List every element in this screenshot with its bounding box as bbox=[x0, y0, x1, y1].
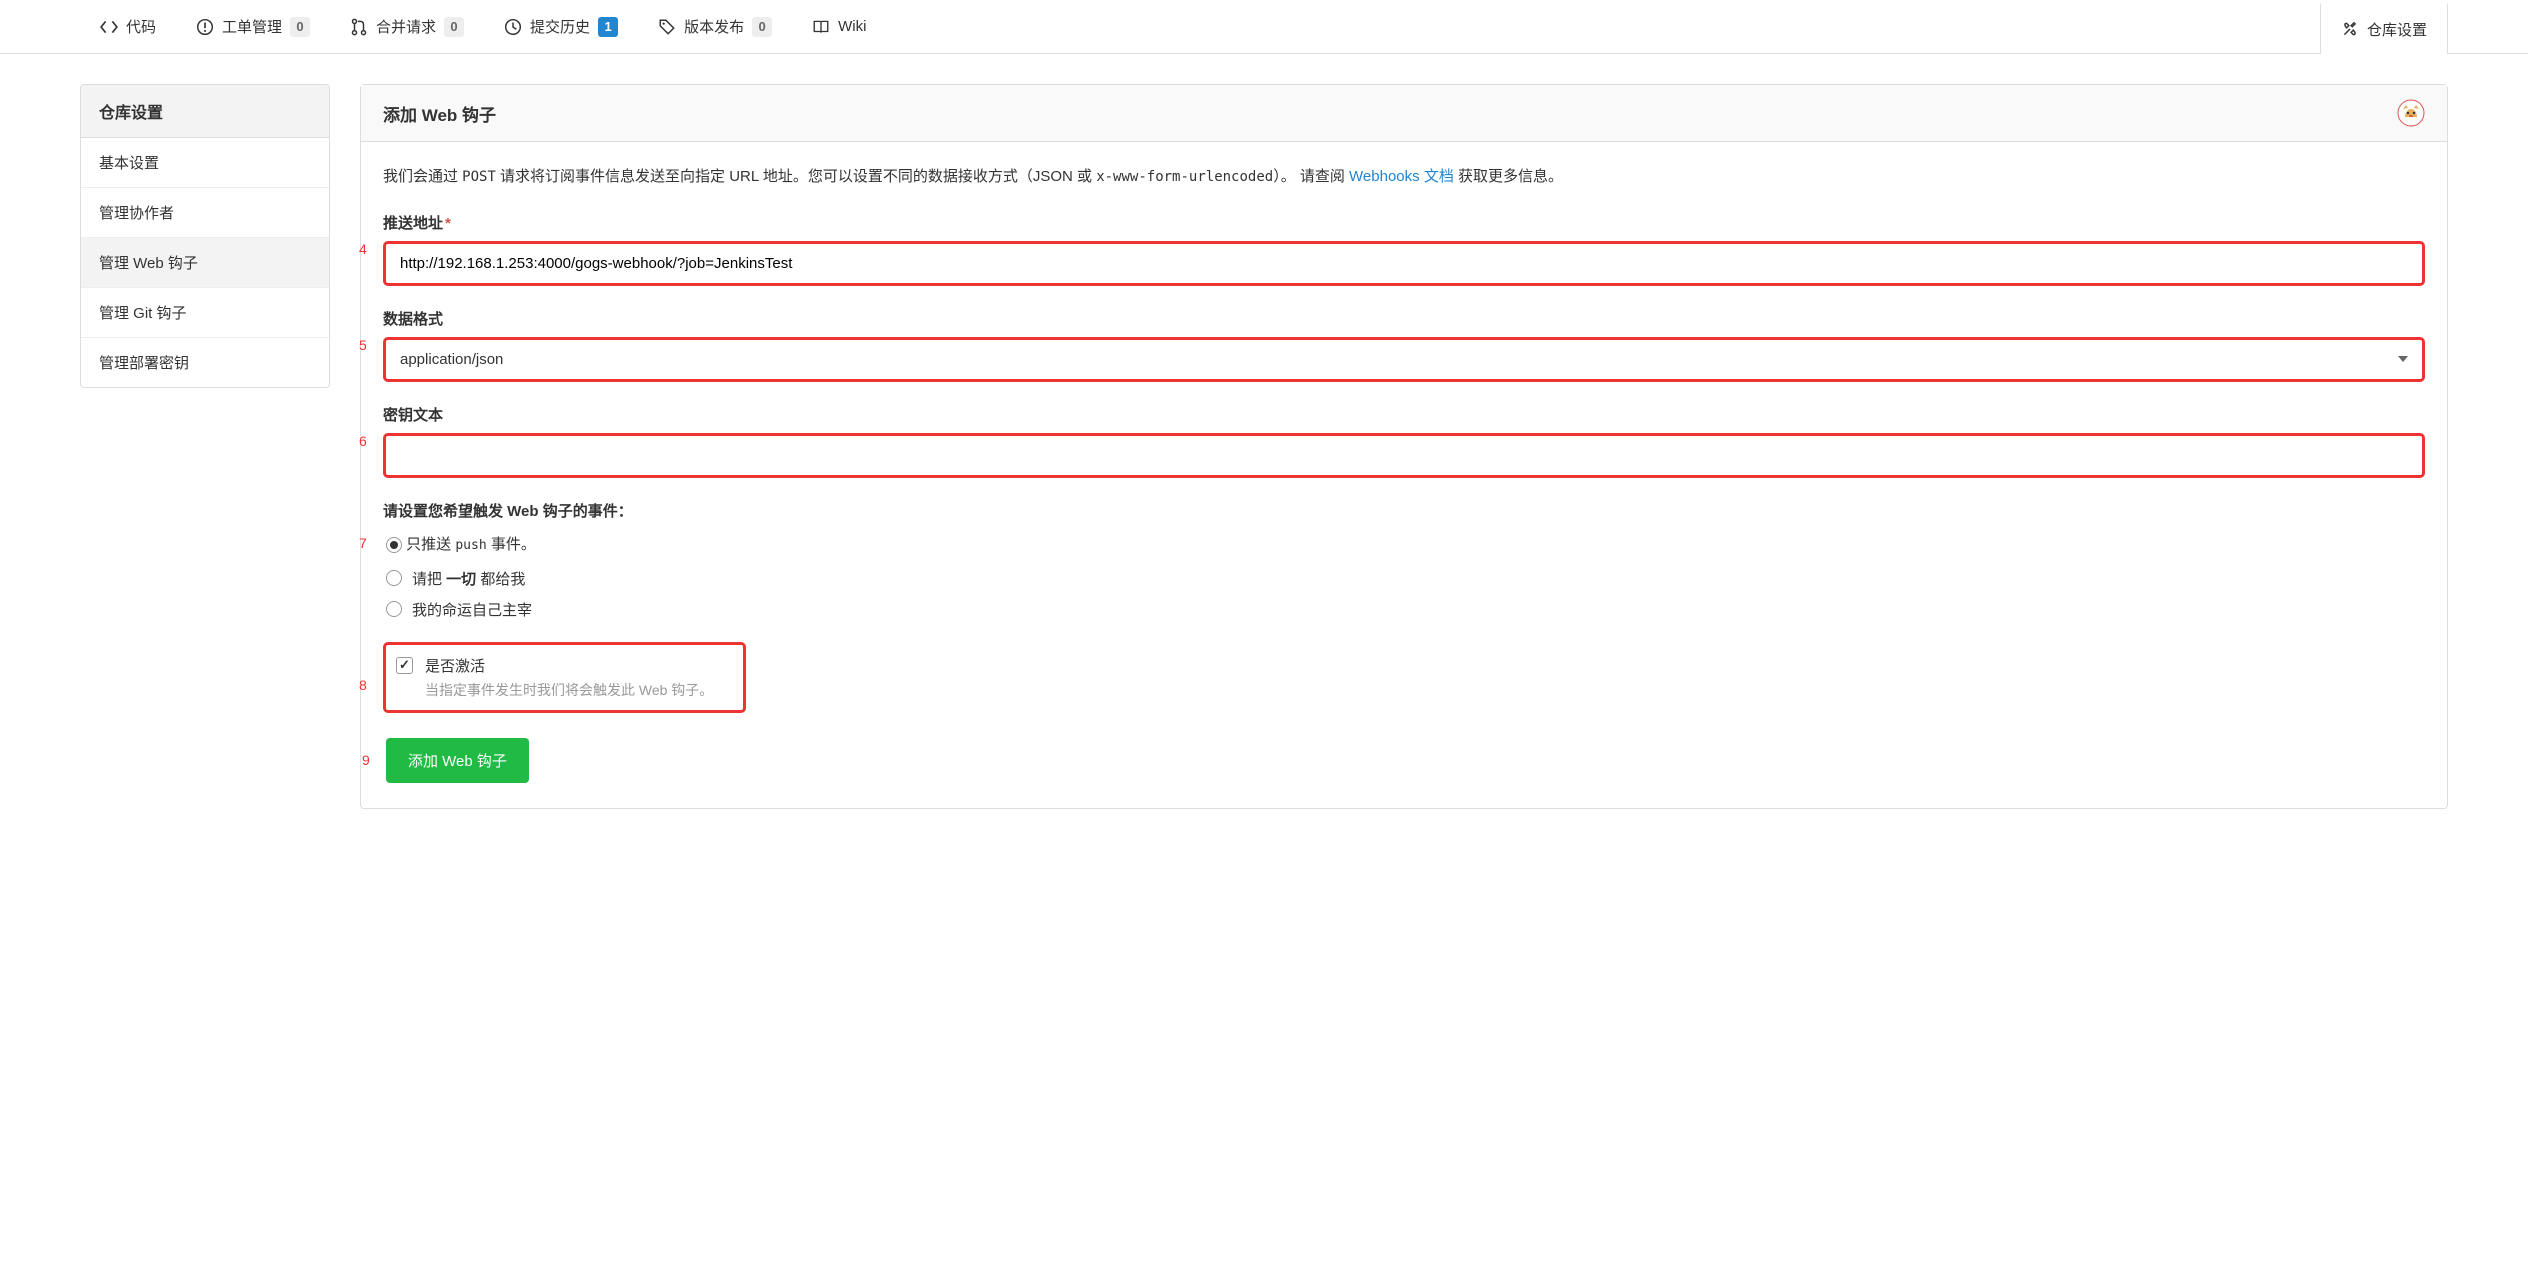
nav-settings[interactable]: 仓库设置 bbox=[2320, 1, 2448, 54]
tools-icon bbox=[2341, 20, 2359, 38]
nav-releases[interactable]: 版本发布 0 bbox=[638, 0, 792, 53]
radio-icon bbox=[386, 570, 402, 586]
events-label: 请设置您希望触发 Web 钩子的事件： bbox=[383, 500, 2425, 521]
payload-url-input[interactable] bbox=[383, 241, 2425, 286]
sidebar-item-collab[interactable]: 管理协作者 bbox=[81, 188, 329, 238]
intro-text: 我们会通过 POST 请求将订阅事件信息发送至向指定 URL 地址。您可以设置不… bbox=[383, 164, 2425, 190]
active-label: 是否激活 bbox=[425, 655, 713, 676]
history-icon bbox=[504, 18, 522, 36]
nav-label: Wiki bbox=[838, 18, 866, 35]
radio-icon bbox=[386, 601, 402, 617]
annotation-5: 5 bbox=[359, 337, 367, 353]
nav-badge: 0 bbox=[290, 17, 310, 37]
sidebar-header: 仓库设置 bbox=[81, 85, 329, 138]
content-type-value: application/json bbox=[400, 351, 503, 368]
nav-label: 版本发布 bbox=[684, 16, 744, 37]
event-radio-custom[interactable]: 我的命运自己主宰 bbox=[383, 599, 2425, 620]
issue-icon bbox=[196, 18, 214, 36]
content-type-select[interactable]: application/json bbox=[383, 337, 2425, 382]
book-icon bbox=[812, 18, 830, 36]
sidebar-item-basic[interactable]: 基本设置 bbox=[81, 138, 329, 188]
nav-history[interactable]: 提交历史 1 bbox=[484, 0, 638, 53]
annotation-6: 6 bbox=[359, 433, 367, 449]
nav-badge: 0 bbox=[752, 17, 772, 37]
gogs-logo-icon bbox=[2397, 99, 2425, 127]
nav-label: 合并请求 bbox=[376, 16, 436, 37]
secret-input[interactable] bbox=[383, 433, 2425, 478]
annotation-8: 8 bbox=[359, 677, 367, 693]
annotation-9: 9 bbox=[362, 752, 370, 768]
event-radio-push[interactable]: 只推送 push 事件。 bbox=[386, 533, 536, 554]
annotation-7: 7 bbox=[359, 535, 367, 551]
top-nav: 代码 工单管理 0 合并请求 0 提交历史 1 版本发布 0 Wiki 仓库设置 bbox=[0, 0, 2528, 54]
content-type-label: 数据格式 bbox=[383, 308, 2425, 329]
submit-button[interactable]: 添加 Web 钩子 bbox=[386, 738, 529, 783]
nav-code[interactable]: 代码 bbox=[80, 0, 176, 53]
nav-label: 仓库设置 bbox=[2367, 19, 2427, 40]
main-header: 添加 Web 钩子 bbox=[361, 85, 2447, 142]
active-checkbox-row[interactable]: 是否激活 当指定事件发生时我们将会触发此 Web 钩子。 bbox=[396, 655, 713, 700]
secret-label: 密钥文本 bbox=[383, 404, 2425, 425]
nav-pr[interactable]: 合并请求 0 bbox=[330, 0, 484, 53]
checkbox-icon bbox=[396, 657, 413, 674]
sidebar-item-deploykeys[interactable]: 管理部署密钥 bbox=[81, 338, 329, 387]
main-panel: 添加 Web 钩子 我们会通过 POST 请求将订阅事件信息发送至向指定 URL… bbox=[360, 84, 2448, 809]
page-title: 添加 Web 钩子 bbox=[383, 101, 496, 126]
event-radio-all[interactable]: 请把 一切 都给我 bbox=[383, 568, 2425, 589]
nav-issues[interactable]: 工单管理 0 bbox=[176, 0, 330, 53]
code-icon bbox=[100, 18, 118, 36]
payload-url-label: 推送地址* bbox=[383, 212, 2425, 233]
nav-badge: 1 bbox=[598, 17, 618, 37]
nav-label: 工单管理 bbox=[222, 16, 282, 37]
sidebar-item-webhooks[interactable]: 管理 Web 钩子 bbox=[81, 238, 329, 288]
sidebar: 仓库设置 基本设置 管理协作者 管理 Web 钩子 管理 Git 钩子 管理部署… bbox=[80, 84, 330, 388]
chevron-down-icon bbox=[2398, 356, 2408, 362]
tag-icon bbox=[658, 18, 676, 36]
annotation-4: 4 bbox=[359, 241, 367, 257]
radio-icon bbox=[386, 537, 402, 553]
nav-label: 代码 bbox=[126, 16, 156, 37]
webhooks-doc-link[interactable]: Webhooks 文档 bbox=[1349, 168, 1454, 185]
active-sublabel: 当指定事件发生时我们将会触发此 Web 钩子。 bbox=[425, 680, 713, 700]
pr-icon bbox=[350, 18, 368, 36]
sidebar-item-githooks[interactable]: 管理 Git 钩子 bbox=[81, 288, 329, 338]
nav-label: 提交历史 bbox=[530, 16, 590, 37]
nav-wiki[interactable]: Wiki bbox=[792, 0, 886, 53]
nav-badge: 0 bbox=[444, 17, 464, 37]
